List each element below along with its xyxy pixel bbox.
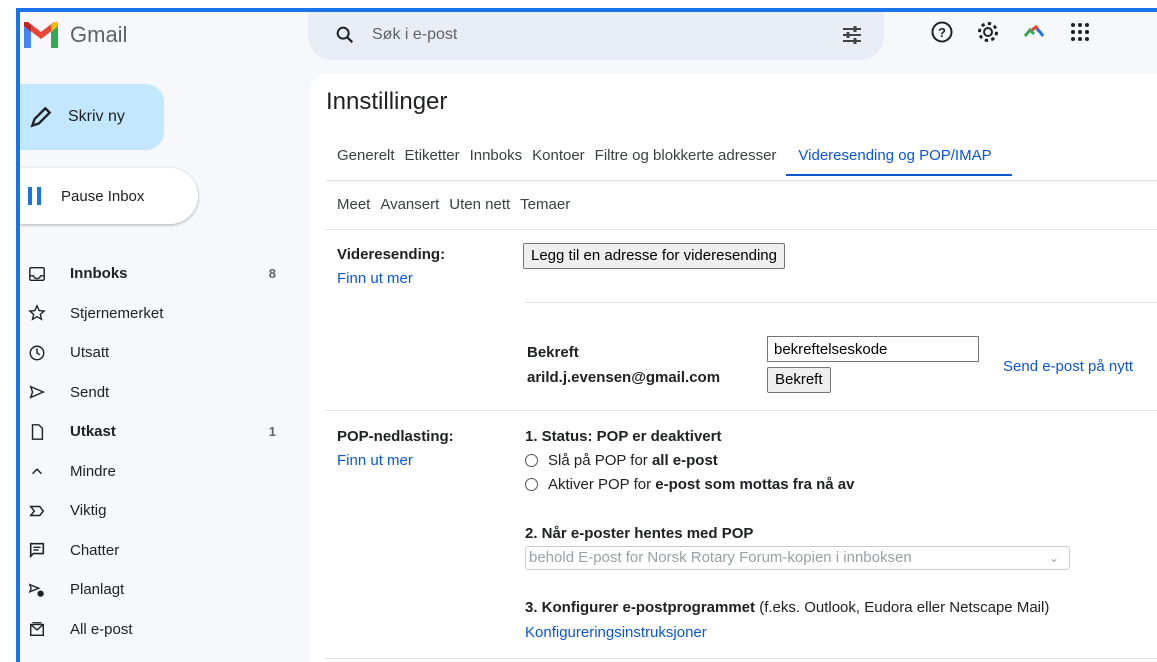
sidebar-item-label: Chatter bbox=[70, 541, 120, 559]
sidebar-item-chatter[interactable]: Chatter bbox=[20, 531, 290, 571]
tab-generelt[interactable]: Generelt bbox=[337, 147, 395, 164]
inbox-icon bbox=[26, 263, 48, 285]
sidebar-item-label: Utsatt bbox=[70, 344, 110, 362]
chevron-down-icon: ⌄ bbox=[1048, 551, 1059, 565]
confirm-button[interactable]: Bekreft bbox=[767, 367, 831, 393]
important-icon bbox=[26, 500, 48, 522]
confirm-email: arild.j.evensen@gmail.com bbox=[527, 369, 721, 386]
sidebar-item-viktig[interactable]: Viktig bbox=[20, 491, 290, 531]
compose-button[interactable]: Skriv ny bbox=[20, 84, 164, 150]
draft-icon bbox=[26, 421, 48, 443]
sidebar-item-mindre[interactable]: Mindre bbox=[20, 452, 290, 492]
tab-uten-nett[interactable]: Uten nett bbox=[449, 196, 510, 213]
unread-count: 8 bbox=[268, 266, 276, 282]
tab-etiketter[interactable]: Etiketter bbox=[405, 147, 460, 164]
scheduled-icon bbox=[26, 579, 48, 601]
sidebar-item-label: Innboks bbox=[70, 265, 128, 283]
sidebar-item-planlagt[interactable]: Planlagt bbox=[20, 570, 290, 610]
help-icon[interactable]: ? bbox=[930, 20, 954, 44]
configure-note: (f.eks. Outlook, Eudora eller Netscape M… bbox=[755, 599, 1050, 616]
pop-action-select[interactable]: behold E-post for Norsk Rotary Forum-kop… bbox=[525, 546, 1070, 570]
sidebar-item-utsatt[interactable]: Utsatt bbox=[20, 333, 290, 373]
tab-kontoer[interactable]: Kontoer bbox=[532, 147, 585, 164]
radio-circle[interactable] bbox=[525, 454, 538, 467]
add-forwarding-address-button[interactable]: Legg til en adresse for videresending bbox=[523, 243, 785, 269]
settings-panel: Innstillinger Generelt Etiketter Innboks… bbox=[310, 74, 1157, 662]
search-icon[interactable] bbox=[334, 24, 356, 46]
page-title: Innstillinger bbox=[326, 88, 448, 115]
sidebar-item-innboks[interactable]: Innboks 8 bbox=[20, 254, 290, 294]
chevron-up-icon bbox=[26, 460, 48, 482]
sidebar-item-label: All e-post bbox=[70, 620, 133, 638]
settings-tabs-row2: Meet Avansert Uten nett Temaer bbox=[337, 196, 580, 213]
radio-label-bold: e-post som mottas fra nå av bbox=[655, 476, 855, 493]
all-mail-icon bbox=[26, 618, 48, 640]
clock-icon bbox=[26, 342, 48, 364]
forwarding-label: Videresending: bbox=[337, 246, 446, 263]
star-icon bbox=[26, 302, 48, 324]
configure-client-text: 3. Konfigurer e-postprogrammet (f.eks. O… bbox=[525, 599, 1049, 616]
sidebar-item-label: Planlagt bbox=[70, 581, 125, 599]
pop-status-heading: 1. Status: POP er deaktivert bbox=[525, 428, 722, 445]
radio-label-bold: all e-post bbox=[651, 452, 718, 469]
chat-icon bbox=[26, 539, 48, 561]
pause-inbox-label: Pause Inbox bbox=[61, 187, 145, 205]
pop-download-label: POP-nedlasting: bbox=[337, 428, 454, 445]
configure-heading: 3. Konfigurer e-postprogrammet bbox=[525, 599, 756, 616]
sidebar-item-label: Mindre bbox=[70, 462, 116, 480]
pencil-icon bbox=[30, 106, 52, 128]
radio-label-prefix: Aktiver POP for bbox=[548, 476, 656, 493]
confirm-label: Bekreft bbox=[527, 344, 579, 361]
sidebar-item-label: Viktig bbox=[70, 502, 107, 520]
pop-learn-more-link[interactable]: Finn ut mer bbox=[337, 452, 413, 469]
resend-email-link[interactable]: Send e-post på nytt bbox=[1003, 358, 1133, 375]
configuration-instructions-link[interactable]: Konfigureringsinstruksjoner bbox=[525, 624, 707, 641]
tab-filtre[interactable]: Filtre og blokkerte adresser bbox=[595, 147, 777, 164]
tab-videresending[interactable]: Videresending og POP/IMAP bbox=[786, 147, 1012, 176]
pause-inbox-button[interactable]: Pause Inbox bbox=[20, 168, 198, 224]
draft-count: 1 bbox=[268, 424, 276, 440]
tab-meet[interactable]: Meet bbox=[337, 196, 370, 213]
account-logo-icon[interactable] bbox=[1022, 20, 1046, 44]
enable-pop-all-radio[interactable]: Slå på POP for all e-post bbox=[525, 452, 718, 469]
confirmation-code-input[interactable] bbox=[767, 336, 979, 362]
forwarding-learn-more-link[interactable]: Finn ut mer bbox=[337, 270, 413, 287]
tab-avansert[interactable]: Avansert bbox=[380, 196, 439, 213]
sidebar-nav: Innboks 8 Stjernemerket Utsatt Sendt Utk… bbox=[20, 254, 290, 649]
tab-temaer[interactable]: Temaer bbox=[520, 196, 570, 213]
svg-text:?: ? bbox=[938, 25, 946, 40]
pause-icon bbox=[28, 187, 41, 205]
gmail-logo[interactable]: Gmail bbox=[22, 20, 127, 50]
pop-when-heading: 2. Når e-poster hentes med POP bbox=[525, 525, 754, 542]
search-input[interactable] bbox=[370, 25, 754, 45]
sidebar-item-label: Stjernemerket bbox=[70, 304, 164, 322]
tab-innboks[interactable]: Innboks bbox=[470, 147, 523, 164]
apps-grid-icon[interactable] bbox=[1068, 20, 1092, 44]
radio-label-prefix: Slå på POP for bbox=[548, 452, 652, 469]
sidebar-item-utkast[interactable]: Utkast 1 bbox=[20, 412, 290, 452]
settings-gear-icon[interactable] bbox=[976, 20, 1000, 44]
settings-tabs-row1: Generelt Etiketter Innboks Kontoer Filtr… bbox=[337, 147, 1012, 176]
sidebar-item-label: Sendt bbox=[70, 383, 110, 401]
radio-circle[interactable] bbox=[525, 478, 538, 491]
app-name: Gmail bbox=[70, 22, 128, 47]
search-bar[interactable] bbox=[308, 10, 884, 60]
compose-label: Skriv ny bbox=[68, 108, 125, 125]
sidebar-item-sendt[interactable]: Sendt bbox=[20, 373, 290, 413]
search-options-icon[interactable] bbox=[840, 23, 864, 47]
gmail-m-icon bbox=[24, 22, 58, 48]
sidebar-item-all-mail[interactable]: All e-post bbox=[20, 610, 290, 650]
enable-pop-new-radio[interactable]: Aktiver POP for e-post som mottas fra nå… bbox=[525, 476, 854, 493]
sidebar-item-stjernemerket[interactable]: Stjernemerket bbox=[20, 294, 290, 334]
sidebar-item-label: Utkast bbox=[70, 423, 116, 441]
select-value: behold E-post for Norsk Rotary Forum-kop… bbox=[529, 549, 912, 566]
send-icon bbox=[26, 381, 48, 403]
